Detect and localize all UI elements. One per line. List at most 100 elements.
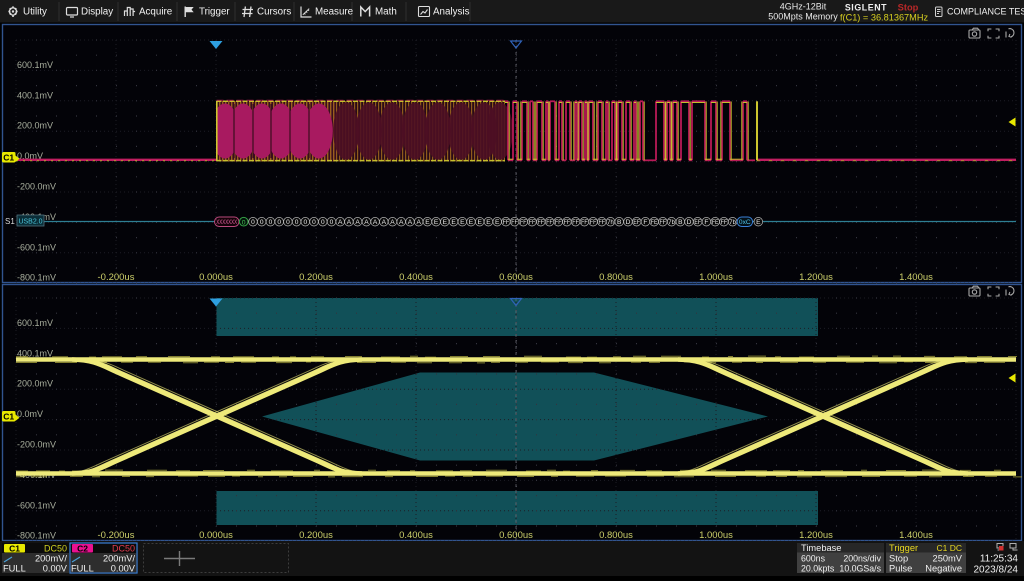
svg-text:A: A xyxy=(373,219,378,226)
svg-text:B: B xyxy=(617,219,622,226)
svg-text:200ns/div: 200ns/div xyxy=(843,554,881,564)
svg-text:0: 0 xyxy=(277,219,281,226)
svg-text:EF: EF xyxy=(633,219,640,226)
svg-text:200.0mV: 200.0mV xyxy=(17,379,53,389)
svg-text:1.200us: 1.200us xyxy=(799,272,833,283)
svg-text:FF: FF xyxy=(572,219,579,226)
svg-text:0: 0 xyxy=(330,219,334,226)
svg-text:0.400us: 0.400us xyxy=(399,530,433,541)
svg-text:FF: FF xyxy=(503,219,510,226)
svg-text:A: A xyxy=(382,219,387,226)
svg-text:10.0GSa/s: 10.0GSa/s xyxy=(839,564,881,574)
svg-text:D: D xyxy=(687,219,692,226)
svg-text:-800.1mV: -800.1mV xyxy=(17,273,56,283)
svg-text:FF: FF xyxy=(564,219,571,226)
svg-text:1.000us: 1.000us xyxy=(699,530,733,541)
svg-text:-200.0mV: -200.0mV xyxy=(17,182,56,192)
svg-text:E: E xyxy=(469,219,474,226)
svg-text:A: A xyxy=(390,219,395,226)
svg-text:0.600us: 0.600us xyxy=(499,530,533,541)
svg-text:FULL: FULL xyxy=(71,564,94,574)
svg-text:0.800us: 0.800us xyxy=(599,530,633,541)
svg-text:0.00V: 0.00V xyxy=(111,564,136,574)
svg-text:E: E xyxy=(425,219,430,226)
svg-text:0: 0 xyxy=(269,219,273,226)
svg-text:Acquire: Acquire xyxy=(139,7,173,18)
svg-text:E: E xyxy=(451,219,456,226)
svg-text:Pulse: Pulse xyxy=(889,564,912,574)
svg-text:0.0mV: 0.0mV xyxy=(17,409,43,419)
svg-text:Stop: Stop xyxy=(889,554,908,564)
svg-text:FF: FF xyxy=(546,219,553,226)
svg-text:A: A xyxy=(416,219,421,226)
svg-text:A: A xyxy=(364,219,369,226)
svg-text:-0.200us: -0.200us xyxy=(98,530,135,541)
svg-text:E: E xyxy=(756,219,761,226)
svg-text:Trigger: Trigger xyxy=(199,7,230,18)
svg-text:0: 0 xyxy=(286,219,290,226)
svg-text:E: E xyxy=(495,219,500,226)
svg-text:Math: Math xyxy=(375,7,397,18)
svg-text:0: 0 xyxy=(303,219,307,226)
svg-text:F: F xyxy=(643,219,647,226)
svg-text:FF: FF xyxy=(529,219,536,226)
svg-text:600.1mV: 600.1mV xyxy=(17,60,53,70)
svg-text:1.400us: 1.400us xyxy=(899,272,933,283)
svg-text:A: A xyxy=(408,219,413,226)
svg-text:SIGLENT: SIGLENT xyxy=(845,3,887,13)
svg-text:E: E xyxy=(477,219,482,226)
svg-text:C2: C2 xyxy=(77,544,88,554)
svg-text:0.600us: 0.600us xyxy=(499,272,533,283)
svg-text:E: E xyxy=(443,219,448,226)
svg-text:Negative: Negative xyxy=(925,564,962,574)
svg-text:200.0mV: 200.0mV xyxy=(17,121,53,131)
svg-text:0: 0 xyxy=(251,219,255,226)
svg-text:7b: 7b xyxy=(729,219,736,226)
svg-text:D: D xyxy=(626,219,631,226)
svg-text:-800.1mV: -800.1mV xyxy=(17,531,56,541)
svg-text:COMPLIANCE TEST: COMPLIANCE TEST xyxy=(947,7,1024,17)
svg-text:0: 0 xyxy=(312,219,316,226)
svg-text:E: E xyxy=(486,219,491,226)
svg-text:4GHz-12Bit: 4GHz-12Bit xyxy=(780,2,827,12)
svg-text:FF: FF xyxy=(555,219,562,226)
svg-text:0: 0 xyxy=(295,219,299,226)
svg-text:FF: FF xyxy=(538,219,545,226)
svg-text:Display: Display xyxy=(81,7,113,18)
svg-text:Stop: Stop xyxy=(898,3,919,13)
svg-text:0: 0 xyxy=(321,219,325,226)
svg-text:A: A xyxy=(399,219,404,226)
svg-text:1.400us: 1.400us xyxy=(899,530,933,541)
svg-text:FF: FF xyxy=(581,219,588,226)
svg-text:USB2.0: USB2.0 xyxy=(18,219,42,226)
svg-text:200mV/: 200mV/ xyxy=(103,554,135,564)
svg-text:0.000us: 0.000us xyxy=(199,272,233,283)
svg-text:A: A xyxy=(355,219,360,226)
svg-text:0.200us: 0.200us xyxy=(299,272,333,283)
svg-text:1.200us: 1.200us xyxy=(799,530,833,541)
svg-text:XXXXXXX: XXXXXXX xyxy=(216,219,237,226)
svg-text:7h: 7h xyxy=(607,219,614,226)
svg-text:Cursors: Cursors xyxy=(257,7,291,18)
svg-text:400.1mV: 400.1mV xyxy=(17,90,53,100)
svg-text:0: 0 xyxy=(242,219,246,226)
svg-text:0.000us: 0.000us xyxy=(199,530,233,541)
svg-text:f(C1) = 36.81367MHz: f(C1) = 36.81367MHz xyxy=(840,13,928,23)
svg-text:FF: FF xyxy=(520,219,527,226)
svg-text:0.800us: 0.800us xyxy=(599,272,633,283)
svg-text:20.0kpts: 20.0kpts xyxy=(801,564,835,574)
svg-text:E: E xyxy=(434,219,439,226)
svg-text:FF: FF xyxy=(660,219,667,226)
svg-text:DC50: DC50 xyxy=(44,544,67,554)
svg-text:-600.1mV: -600.1mV xyxy=(17,242,56,252)
svg-text:C1 DC: C1 DC xyxy=(936,543,962,553)
svg-text:2023/8/24: 2023/8/24 xyxy=(974,565,1019,576)
svg-text:-600.1mV: -600.1mV xyxy=(17,500,56,510)
svg-text:A: A xyxy=(338,219,343,226)
svg-text:C1: C1 xyxy=(3,153,14,163)
svg-text:DC50: DC50 xyxy=(112,544,135,554)
svg-text:C1: C1 xyxy=(3,412,14,422)
svg-text:B: B xyxy=(678,219,683,226)
svg-text:0.00V: 0.00V xyxy=(43,564,68,574)
svg-text:Utility: Utility xyxy=(23,7,47,18)
